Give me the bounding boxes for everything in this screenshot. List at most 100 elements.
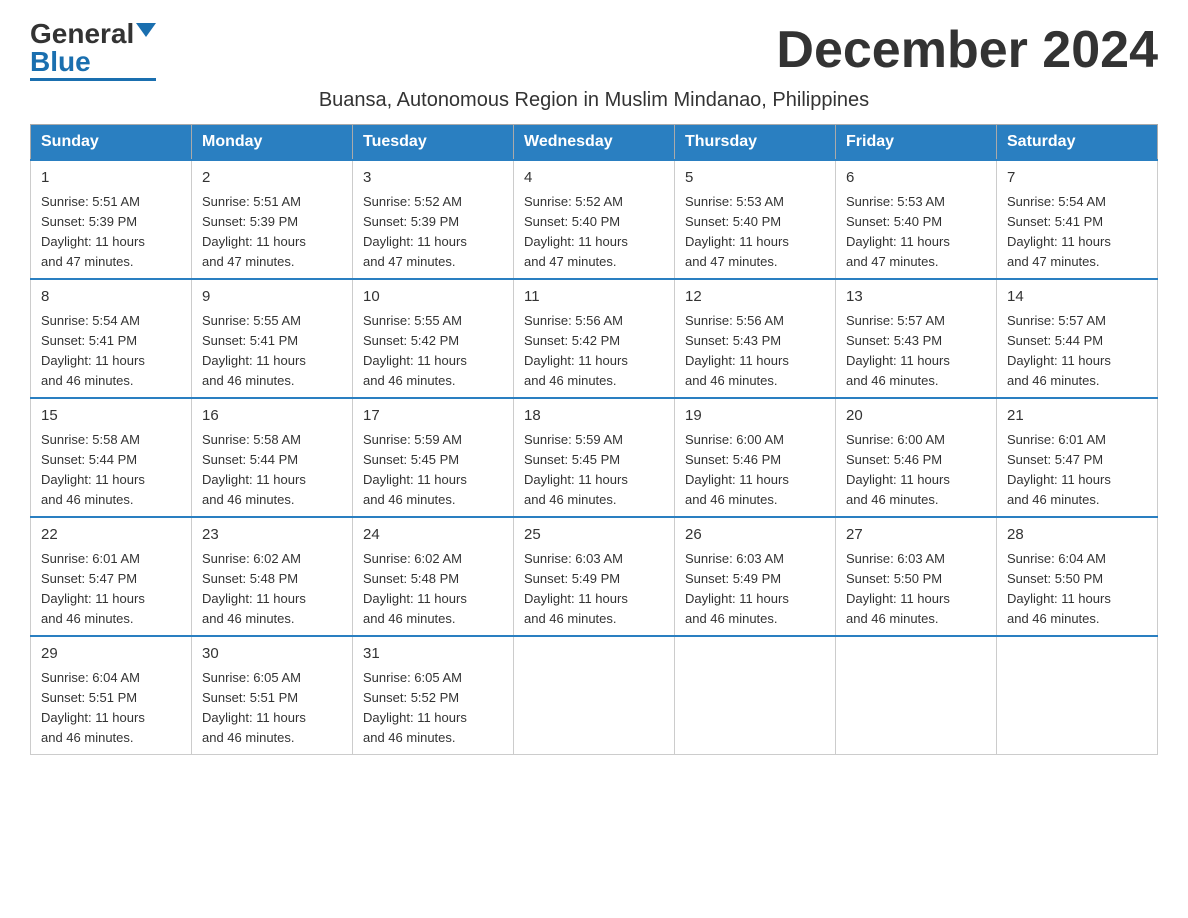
calendar-cell: 22 Sunrise: 6:01 AMSunset: 5:47 PMDaylig… xyxy=(31,517,192,636)
day-number: 16 xyxy=(202,405,342,428)
calendar-cell: 20 Sunrise: 6:00 AMSunset: 5:46 PMDaylig… xyxy=(836,398,997,517)
day-number: 17 xyxy=(363,405,503,428)
calendar-cell: 9 Sunrise: 5:55 AMSunset: 5:41 PMDayligh… xyxy=(192,279,353,398)
week-row-2: 8 Sunrise: 5:54 AMSunset: 5:41 PMDayligh… xyxy=(31,279,1158,398)
weekday-header-monday: Monday xyxy=(192,125,353,161)
week-row-5: 29 Sunrise: 6:04 AMSunset: 5:51 PMDaylig… xyxy=(31,636,1158,755)
month-title: December 2024 xyxy=(776,20,1158,80)
calendar-cell: 7 Sunrise: 5:54 AMSunset: 5:41 PMDayligh… xyxy=(997,160,1158,279)
calendar-cell: 29 Sunrise: 6:04 AMSunset: 5:51 PMDaylig… xyxy=(31,636,192,755)
calendar-cell: 3 Sunrise: 5:52 AMSunset: 5:39 PMDayligh… xyxy=(353,160,514,279)
day-number: 15 xyxy=(41,405,181,428)
day-info: Sunrise: 5:58 AMSunset: 5:44 PMDaylight:… xyxy=(41,432,145,507)
weekday-header-wednesday: Wednesday xyxy=(514,125,675,161)
day-number: 9 xyxy=(202,286,342,309)
day-info: Sunrise: 5:53 AMSunset: 5:40 PMDaylight:… xyxy=(846,194,950,269)
day-number: 8 xyxy=(41,286,181,309)
calendar-cell: 5 Sunrise: 5:53 AMSunset: 5:40 PMDayligh… xyxy=(675,160,836,279)
weekday-header-saturday: Saturday xyxy=(997,125,1158,161)
page-header: General Blue December 2024 xyxy=(30,20,1158,81)
day-info: Sunrise: 5:56 AMSunset: 5:42 PMDaylight:… xyxy=(524,313,628,388)
day-info: Sunrise: 6:05 AMSunset: 5:51 PMDaylight:… xyxy=(202,670,306,745)
calendar-cell xyxy=(675,636,836,755)
calendar-cell xyxy=(514,636,675,755)
calendar-cell: 30 Sunrise: 6:05 AMSunset: 5:51 PMDaylig… xyxy=(192,636,353,755)
week-row-3: 15 Sunrise: 5:58 AMSunset: 5:44 PMDaylig… xyxy=(31,398,1158,517)
day-number: 5 xyxy=(685,167,825,190)
calendar-cell: 28 Sunrise: 6:04 AMSunset: 5:50 PMDaylig… xyxy=(997,517,1158,636)
day-number: 10 xyxy=(363,286,503,309)
day-info: Sunrise: 6:02 AMSunset: 5:48 PMDaylight:… xyxy=(363,551,467,626)
calendar-cell: 2 Sunrise: 5:51 AMSunset: 5:39 PMDayligh… xyxy=(192,160,353,279)
day-number: 27 xyxy=(846,524,986,547)
day-info: Sunrise: 5:57 AMSunset: 5:44 PMDaylight:… xyxy=(1007,313,1111,388)
day-info: Sunrise: 5:52 AMSunset: 5:40 PMDaylight:… xyxy=(524,194,628,269)
calendar-cell: 25 Sunrise: 6:03 AMSunset: 5:49 PMDaylig… xyxy=(514,517,675,636)
day-number: 20 xyxy=(846,405,986,428)
day-info: Sunrise: 5:54 AMSunset: 5:41 PMDaylight:… xyxy=(1007,194,1111,269)
location-subtitle: Buansa, Autonomous Region in Muslim Mind… xyxy=(30,89,1158,112)
day-number: 12 xyxy=(685,286,825,309)
day-info: Sunrise: 6:03 AMSunset: 5:49 PMDaylight:… xyxy=(685,551,789,626)
week-row-4: 22 Sunrise: 6:01 AMSunset: 5:47 PMDaylig… xyxy=(31,517,1158,636)
day-info: Sunrise: 5:51 AMSunset: 5:39 PMDaylight:… xyxy=(41,194,145,269)
day-number: 11 xyxy=(524,286,664,309)
calendar-cell: 14 Sunrise: 5:57 AMSunset: 5:44 PMDaylig… xyxy=(997,279,1158,398)
day-info: Sunrise: 6:04 AMSunset: 5:51 PMDaylight:… xyxy=(41,670,145,745)
day-number: 31 xyxy=(363,643,503,666)
calendar-cell: 26 Sunrise: 6:03 AMSunset: 5:49 PMDaylig… xyxy=(675,517,836,636)
calendar-cell: 17 Sunrise: 5:59 AMSunset: 5:45 PMDaylig… xyxy=(353,398,514,517)
weekday-header-tuesday: Tuesday xyxy=(353,125,514,161)
day-info: Sunrise: 5:52 AMSunset: 5:39 PMDaylight:… xyxy=(363,194,467,269)
calendar-cell: 18 Sunrise: 5:59 AMSunset: 5:45 PMDaylig… xyxy=(514,398,675,517)
day-number: 21 xyxy=(1007,405,1147,428)
day-info: Sunrise: 5:53 AMSunset: 5:40 PMDaylight:… xyxy=(685,194,789,269)
day-number: 14 xyxy=(1007,286,1147,309)
day-info: Sunrise: 5:57 AMSunset: 5:43 PMDaylight:… xyxy=(846,313,950,388)
calendar-cell: 6 Sunrise: 5:53 AMSunset: 5:40 PMDayligh… xyxy=(836,160,997,279)
calendar-cell: 19 Sunrise: 6:00 AMSunset: 5:46 PMDaylig… xyxy=(675,398,836,517)
calendar-cell: 15 Sunrise: 5:58 AMSunset: 5:44 PMDaylig… xyxy=(31,398,192,517)
day-info: Sunrise: 6:05 AMSunset: 5:52 PMDaylight:… xyxy=(363,670,467,745)
day-number: 22 xyxy=(41,524,181,547)
weekday-header-thursday: Thursday xyxy=(675,125,836,161)
day-info: Sunrise: 5:55 AMSunset: 5:41 PMDaylight:… xyxy=(202,313,306,388)
calendar-cell: 13 Sunrise: 5:57 AMSunset: 5:43 PMDaylig… xyxy=(836,279,997,398)
day-number: 1 xyxy=(41,167,181,190)
day-number: 26 xyxy=(685,524,825,547)
day-number: 19 xyxy=(685,405,825,428)
day-number: 2 xyxy=(202,167,342,190)
day-info: Sunrise: 5:58 AMSunset: 5:44 PMDaylight:… xyxy=(202,432,306,507)
day-number: 18 xyxy=(524,405,664,428)
week-row-1: 1 Sunrise: 5:51 AMSunset: 5:39 PMDayligh… xyxy=(31,160,1158,279)
weekday-header-sunday: Sunday xyxy=(31,125,192,161)
logo-underline xyxy=(30,78,156,81)
calendar-cell: 27 Sunrise: 6:03 AMSunset: 5:50 PMDaylig… xyxy=(836,517,997,636)
logo-general-text: General xyxy=(30,20,134,48)
day-info: Sunrise: 6:04 AMSunset: 5:50 PMDaylight:… xyxy=(1007,551,1111,626)
day-info: Sunrise: 6:02 AMSunset: 5:48 PMDaylight:… xyxy=(202,551,306,626)
day-number: 4 xyxy=(524,167,664,190)
day-number: 7 xyxy=(1007,167,1147,190)
calendar-cell: 24 Sunrise: 6:02 AMSunset: 5:48 PMDaylig… xyxy=(353,517,514,636)
day-info: Sunrise: 5:56 AMSunset: 5:43 PMDaylight:… xyxy=(685,313,789,388)
day-number: 25 xyxy=(524,524,664,547)
day-info: Sunrise: 5:51 AMSunset: 5:39 PMDaylight:… xyxy=(202,194,306,269)
day-number: 30 xyxy=(202,643,342,666)
day-info: Sunrise: 5:55 AMSunset: 5:42 PMDaylight:… xyxy=(363,313,467,388)
calendar-cell: 31 Sunrise: 6:05 AMSunset: 5:52 PMDaylig… xyxy=(353,636,514,755)
day-number: 29 xyxy=(41,643,181,666)
day-number: 13 xyxy=(846,286,986,309)
weekday-header-row: SundayMondayTuesdayWednesdayThursdayFrid… xyxy=(31,125,1158,161)
logo-blue-text: Blue xyxy=(30,48,156,76)
day-info: Sunrise: 5:54 AMSunset: 5:41 PMDaylight:… xyxy=(41,313,145,388)
day-info: Sunrise: 5:59 AMSunset: 5:45 PMDaylight:… xyxy=(524,432,628,507)
logo-triangle-icon xyxy=(136,23,156,37)
calendar-cell: 12 Sunrise: 5:56 AMSunset: 5:43 PMDaylig… xyxy=(675,279,836,398)
day-number: 24 xyxy=(363,524,503,547)
logo: General Blue xyxy=(30,20,156,81)
calendar-cell xyxy=(997,636,1158,755)
day-number: 23 xyxy=(202,524,342,547)
day-number: 6 xyxy=(846,167,986,190)
calendar-cell: 8 Sunrise: 5:54 AMSunset: 5:41 PMDayligh… xyxy=(31,279,192,398)
